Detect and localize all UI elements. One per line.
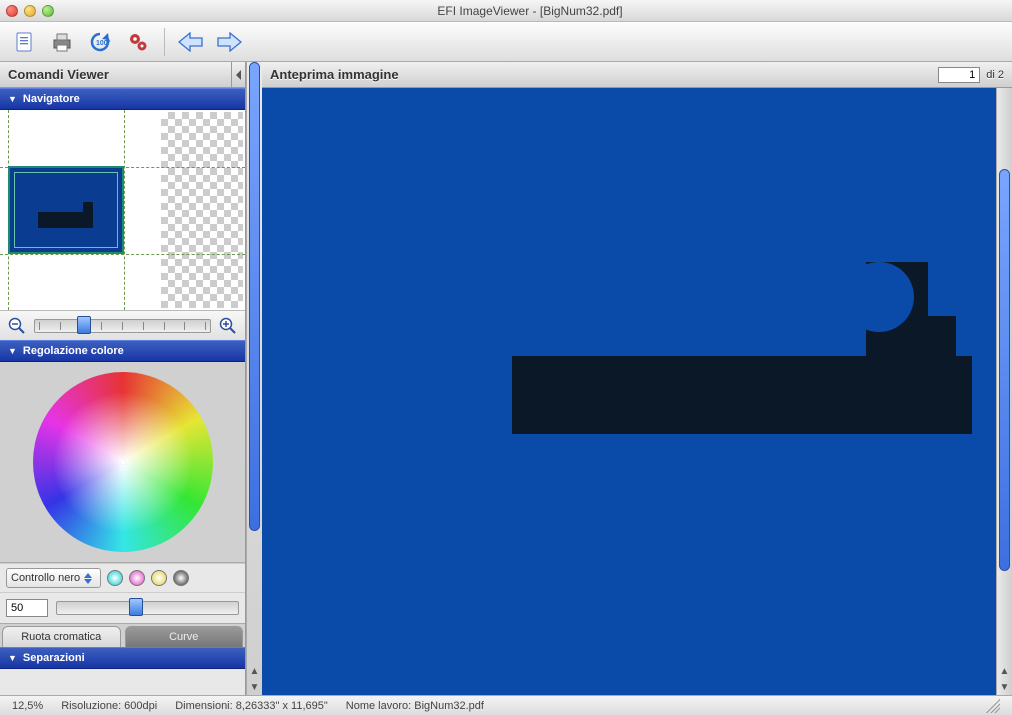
- status-zoom: 12,5%: [12, 700, 43, 712]
- triangle-down-icon: ▼: [8, 94, 17, 104]
- preview-header: Anteprima immagine di 2: [262, 62, 1012, 88]
- control-mode-select[interactable]: Controllo nero: [6, 568, 101, 588]
- checker-bg: [161, 112, 243, 308]
- page-number-input[interactable]: [938, 67, 980, 83]
- resize-handle[interactable]: [986, 699, 1000, 713]
- document-icon: [12, 30, 36, 54]
- status-bar: 12,5% Risoluzione: 600dpi Dimensioni: 8,…: [0, 695, 1012, 715]
- page-of-label: di 2: [986, 69, 1004, 81]
- guide-h: [0, 254, 245, 255]
- minimize-window-button[interactable]: [24, 5, 36, 17]
- zoom-in-button[interactable]: [217, 315, 239, 337]
- preview-pane: Anteprima immagine di 2 ▲ ▼: [262, 62, 1012, 695]
- arrow-left-icon: [178, 32, 204, 52]
- color-control-row: Controllo nero: [0, 563, 245, 592]
- status-jobname: Nome lavoro: BigNum32.pdf: [346, 700, 484, 712]
- chevron-left-icon: [235, 70, 243, 80]
- scroll-down-icon[interactable]: ▼: [997, 679, 1012, 695]
- shape-part: [928, 356, 956, 434]
- swatch-yellow[interactable]: [151, 570, 167, 586]
- swatch-black[interactable]: [173, 570, 189, 586]
- print-button[interactable]: [46, 26, 78, 58]
- navigator-label: Navigatore: [23, 93, 80, 105]
- status-resolution: Risoluzione: 600dpi: [61, 700, 157, 712]
- zoom-slider-thumb[interactable]: [77, 316, 91, 334]
- sidebar-collapse-button[interactable]: [231, 62, 245, 88]
- value-slider[interactable]: [56, 601, 239, 615]
- color-adjust-header[interactable]: ▼ Regolazione colore: [0, 340, 245, 362]
- preview-title: Anteprima immagine: [270, 67, 399, 82]
- gears-icon: [126, 30, 150, 54]
- file-open-button[interactable]: [8, 26, 40, 58]
- zoom-in-icon: [219, 317, 237, 335]
- scroll-up-icon[interactable]: ▲: [247, 663, 262, 679]
- sidebar-scrollbar[interactable]: ▲ ▼: [246, 62, 262, 695]
- status-dimensions: Dimensioni: 8,26333" x 11,695": [175, 700, 328, 712]
- guide-v: [124, 110, 125, 310]
- color-tabs: Ruota cromatica Curve: [0, 623, 245, 647]
- navigator-panel: [0, 110, 245, 310]
- value-slider-thumb[interactable]: [129, 598, 143, 616]
- preview-scroll-thumb[interactable]: [999, 169, 1010, 572]
- shape-part: [512, 356, 972, 434]
- separations-label: Separazioni: [23, 652, 85, 664]
- zoom-window-button[interactable]: [42, 5, 54, 17]
- triangle-down-icon: ▼: [8, 653, 17, 663]
- close-window-button[interactable]: [6, 5, 18, 17]
- navigator-header[interactable]: ▼ Navigatore: [0, 88, 245, 110]
- stepper-icon: [84, 571, 96, 585]
- color-wheel[interactable]: [33, 372, 213, 552]
- next-page-button[interactable]: [213, 26, 245, 58]
- refresh-button[interactable]: 100°: [84, 26, 116, 58]
- separations-header[interactable]: ▼ Separazioni: [0, 647, 245, 669]
- preview-canvas[interactable]: [262, 88, 996, 695]
- sidebar-title: Comandi Viewer: [0, 62, 231, 88]
- value-row: [0, 592, 245, 623]
- zoom-controls: [0, 310, 245, 340]
- shape-part: [886, 316, 956, 356]
- zoom-out-icon: [8, 317, 26, 335]
- svg-text:100°: 100°: [96, 39, 111, 47]
- scroll-up-icon[interactable]: ▲: [997, 663, 1012, 679]
- tab-curves[interactable]: Curve: [125, 626, 244, 647]
- color-wheel-panel: [0, 362, 245, 563]
- navigator-viewport[interactable]: [8, 166, 124, 254]
- zoom-slider[interactable]: [34, 319, 211, 333]
- toolbar: 100°: [0, 22, 1012, 62]
- thumbnail-shape: [38, 212, 93, 228]
- printer-icon: [49, 30, 75, 54]
- triangle-down-icon: ▼: [8, 346, 17, 356]
- color-wheel-cursor[interactable]: [121, 460, 126, 465]
- color-adjust-label: Regolazione colore: [23, 345, 124, 357]
- toolbar-separator: [164, 28, 165, 56]
- sidebar-scroll-thumb[interactable]: [249, 62, 260, 531]
- preview-scrollbar[interactable]: ▲ ▼: [996, 88, 1012, 695]
- scroll-down-icon[interactable]: ▼: [247, 679, 262, 695]
- prev-page-button[interactable]: [175, 26, 207, 58]
- refresh-icon: 100°: [88, 30, 112, 54]
- window-title: EFI ImageViewer - [BigNum32.pdf]: [54, 4, 1006, 18]
- control-mode-label: Controllo nero: [11, 572, 80, 584]
- swatch-magenta[interactable]: [129, 570, 145, 586]
- value-input[interactable]: [6, 599, 48, 617]
- tab-color-wheel[interactable]: Ruota cromatica: [2, 626, 121, 647]
- settings-button[interactable]: [122, 26, 154, 58]
- swatch-cyan[interactable]: [107, 570, 123, 586]
- arrow-right-icon: [216, 32, 242, 52]
- titlebar: EFI ImageViewer - [BigNum32.pdf]: [0, 0, 1012, 22]
- navigator-thumbnail[interactable]: [0, 110, 245, 310]
- zoom-out-button[interactable]: [6, 315, 28, 337]
- sidebar: Comandi Viewer ▼ Navigatore: [0, 62, 246, 695]
